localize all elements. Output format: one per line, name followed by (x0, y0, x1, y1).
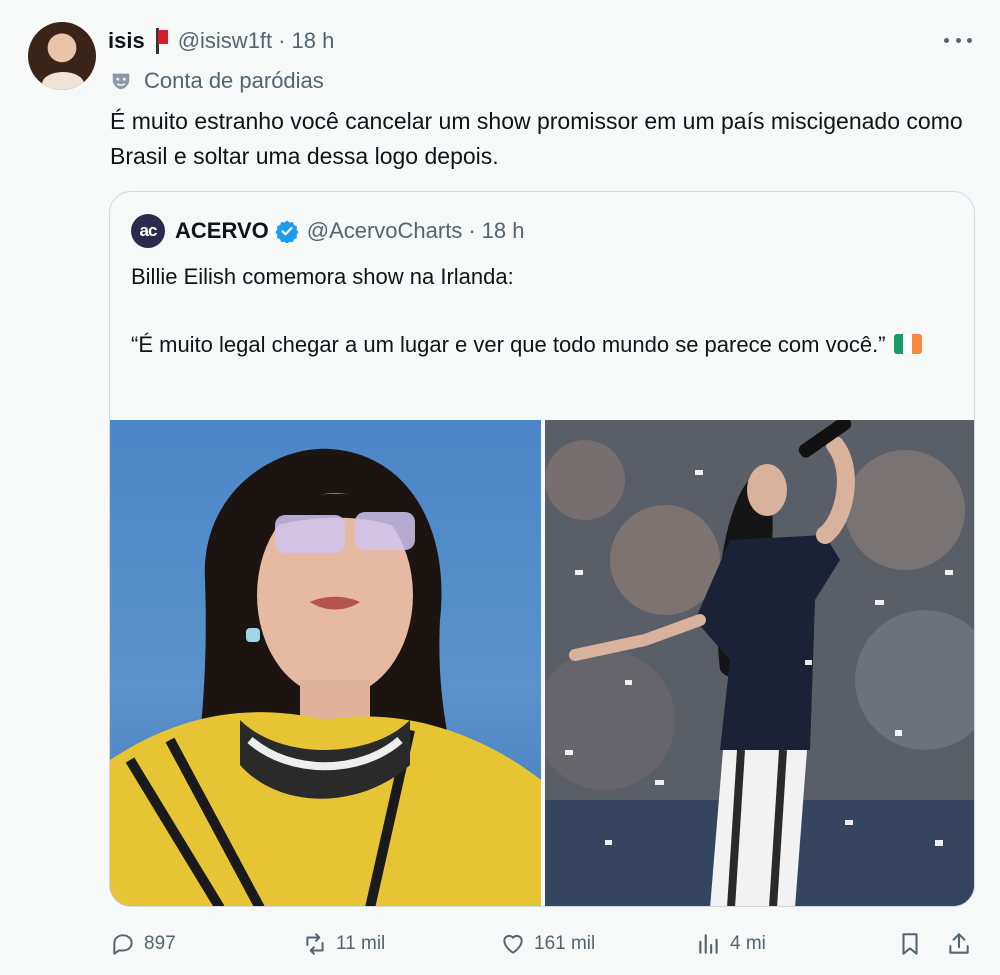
photo-portrait[interactable] (110, 420, 541, 906)
separator-dot: · (278, 28, 286, 53)
like-count: 161 mil (534, 933, 596, 954)
author-handle[interactable]: @isisw1ft (178, 28, 272, 54)
tweet-text: É muito estranho você cancelar um show p… (110, 108, 963, 169)
share-button[interactable] (946, 926, 980, 962)
red-flag-icon (154, 28, 168, 54)
quoted-name[interactable]: ACERVO (175, 218, 269, 244)
quoted-line-2: “É muito legal chegar a um lugar e ver q… (131, 328, 951, 362)
reply-button[interactable]: 897 (110, 926, 176, 962)
quoted-avatar[interactable]: ac (131, 214, 165, 248)
verified-badge-icon (275, 220, 299, 243)
parody-label-text: Conta de paródias (144, 68, 324, 93)
ireland-flag-icon (893, 334, 922, 354)
quoted-tweet[interactable]: ac ACERVO @AcervoCharts · 18 h Billie Ei… (109, 191, 975, 907)
quoted-text: Billie Eilish comemora show na Irlanda: … (131, 260, 951, 362)
tweet-actions: 897 11 mil 161 mil 4 mi (110, 926, 976, 962)
share-icon (949, 933, 969, 954)
views-button[interactable]: 4 mi (696, 926, 766, 962)
views-icon (699, 934, 718, 954)
tweet-header: isis @isisw1ft · 18 h (108, 26, 334, 56)
views-count: 4 mi (730, 933, 766, 954)
quoted-handle[interactable]: @AcervoCharts (307, 218, 463, 244)
mask-icon (112, 73, 130, 90)
bookmark-button[interactable] (897, 926, 931, 962)
concert-illustration (545, 420, 974, 906)
parody-label: Conta de paródias (110, 66, 324, 96)
quoted-time[interactable]: 18 h (482, 218, 525, 244)
separator-dot: · (468, 218, 476, 243)
quoted-header: ac ACERVO @AcervoCharts · 18 h (131, 214, 525, 248)
quoted-line-1: Billie Eilish comemora show na Irlanda: (131, 264, 514, 289)
portrait-illustration (110, 448, 541, 906)
retweet-icon (306, 933, 324, 955)
retweet-count: 11 mil (336, 933, 386, 954)
author-name[interactable]: isis (108, 28, 145, 54)
photo-concert[interactable] (545, 420, 974, 906)
reply-icon (113, 934, 133, 955)
author-avatar[interactable] (28, 22, 96, 90)
retweet-button[interactable]: 11 mil (302, 926, 385, 962)
more-options-icon[interactable] (944, 30, 972, 50)
bookmark-icon (902, 933, 918, 955)
reply-count: 897 (144, 933, 176, 954)
like-button[interactable]: 161 mil (500, 926, 595, 962)
quoted-quote: “É muito legal chegar a um lugar e ver q… (131, 332, 886, 357)
tweet-time[interactable]: 18 h (292, 28, 335, 54)
heart-icon (503, 934, 523, 954)
